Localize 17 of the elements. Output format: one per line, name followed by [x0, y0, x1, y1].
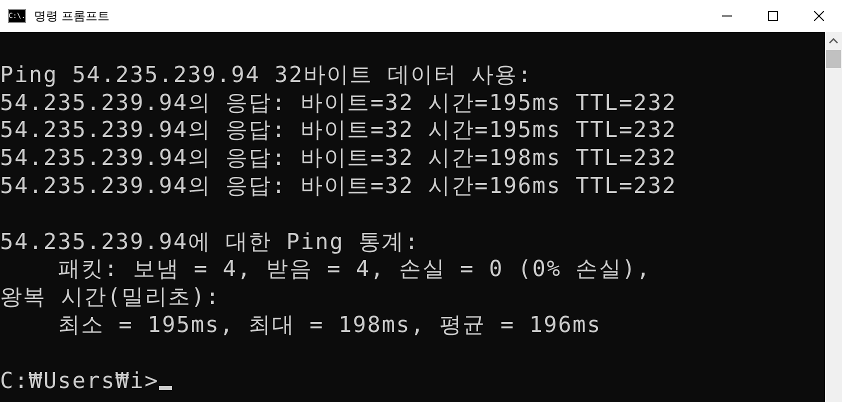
- scroll-thumb[interactable]: [826, 50, 841, 68]
- console-line: 54.235.239.94의 응답: 바이트=32 시간=198ms TTL=232: [0, 145, 677, 173]
- scrollbar[interactable]: [825, 32, 842, 402]
- scroll-up-icon[interactable]: [829, 38, 838, 44]
- console-line: 54.235.239.94의 응답: 바이트=32 시간=195ms TTL=232: [0, 117, 677, 146]
- text-cursor: [158, 386, 172, 390]
- console-line: Ping 54.235.239.94 32바이트 데이터 사용:: [0, 62, 532, 90]
- maximize-icon: [768, 11, 778, 21]
- console-line: 54.235.239.94의 응답: 바이트=32 시간=196ms TTL=232: [0, 172, 677, 201]
- console-line: 왕복 시간(밀리초):: [0, 284, 220, 312]
- console-line: 54.235.239.94에 대한 Ping 통계:: [0, 228, 420, 256]
- command-prompt: C:₩Users₩i>: [0, 368, 159, 396]
- console-line: 패킷: 보냄 = 4, 받음 = 4, 손실 = 0 (0% 손실),: [56, 256, 651, 284]
- window-title: 명령 프롬프트: [34, 8, 110, 24]
- console-line: 최소 = 195ms, 최대 = 198ms, 평균 = 196ms: [56, 312, 602, 340]
- console-line: 54.235.239.94의 응답: 바이트=32 시간=195ms TTL=232: [0, 90, 677, 118]
- close-icon: [814, 11, 824, 21]
